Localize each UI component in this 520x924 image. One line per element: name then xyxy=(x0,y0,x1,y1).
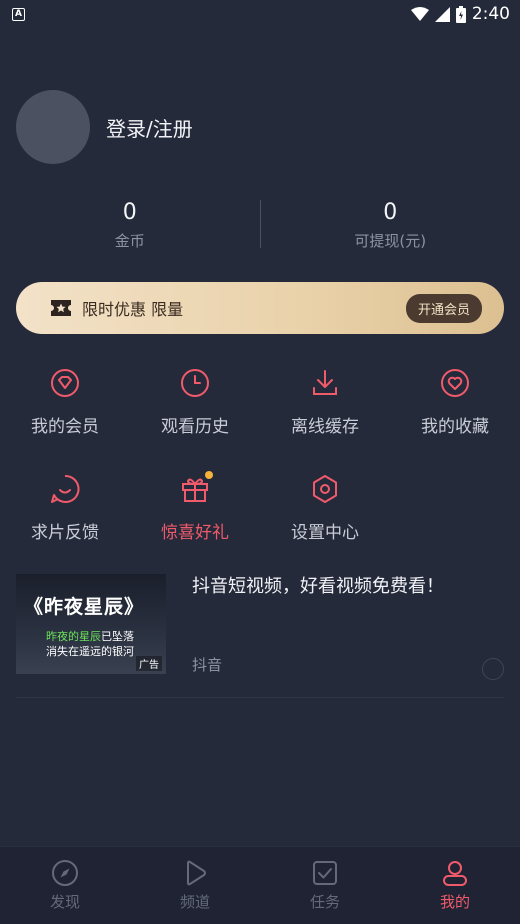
wifi-icon xyxy=(410,7,429,21)
tab-discover[interactable]: 发现 xyxy=(0,847,130,924)
ad-source: 抖音 xyxy=(192,656,223,674)
tab-tasks[interactable]: 任务 xyxy=(260,847,390,924)
menu-settings-center[interactable]: 设置中心 xyxy=(260,474,390,543)
tab-mine[interactable]: 我的 xyxy=(390,847,520,924)
user-icon xyxy=(443,861,467,886)
menu-my-favorites[interactable]: 我的收藏 xyxy=(390,368,520,437)
coins-label: 金币 xyxy=(114,231,145,250)
ad-thumb-highlight: 昨夜的星辰 xyxy=(46,630,101,643)
clock-icon xyxy=(181,369,209,397)
avatar[interactable] xyxy=(16,90,90,164)
ad-thumb-line1: 已坠落 xyxy=(101,630,134,643)
gift-icon xyxy=(182,478,208,502)
download-icon xyxy=(313,370,337,395)
menu-label: 我的会员 xyxy=(31,417,99,437)
menu-label: 惊喜好礼 xyxy=(161,523,229,543)
tab-label: 发现 xyxy=(49,893,80,911)
tab-channel[interactable]: 频道 xyxy=(130,847,260,924)
smile-icon xyxy=(51,474,80,503)
menu-label: 我的收藏 xyxy=(421,417,489,437)
notification-dot xyxy=(205,471,213,479)
settings-icon xyxy=(313,475,337,503)
withdrawable-stat[interactable]: 0 可提现(元) xyxy=(261,188,520,260)
open-vip-button[interactable]: 开通会员 xyxy=(405,293,482,323)
ad-close-button[interactable] xyxy=(482,658,504,680)
app-notification-icon: A xyxy=(12,7,25,21)
menu-request-feedback[interactable]: 求片反馈 xyxy=(0,474,130,543)
coins-value: 0 xyxy=(122,199,137,225)
bottom-tab-bar: 发现 频道 任务 我的 xyxy=(0,846,520,924)
ad-card[interactable]: 《昨夜星辰》 昨夜的星辰已坠落 消失在遥远的银河 广告 抖音短视频，好看视频免费… xyxy=(16,574,504,698)
battery-icon xyxy=(455,5,466,23)
coins-stat[interactable]: 0 金币 xyxy=(0,188,260,260)
stats-row: 0 金币 0 可提现(元) xyxy=(0,188,520,260)
menu-label: 求片反馈 xyxy=(31,523,99,543)
diamond-icon xyxy=(51,369,79,397)
task-icon xyxy=(313,861,337,885)
withdrawable-label: 可提现(元) xyxy=(354,231,427,250)
ad-thumbnail[interactable]: 《昨夜星辰》 昨夜的星辰已坠落 消失在遥远的银河 广告 xyxy=(16,574,166,674)
play-icon xyxy=(187,860,206,886)
compass-icon xyxy=(52,860,78,886)
menu-offline-cache[interactable]: 离线缓存 xyxy=(260,368,390,437)
menu-watch-history[interactable]: 观看历史 xyxy=(130,368,260,437)
heart-icon xyxy=(441,369,469,397)
login-register-link[interactable]: 登录/注册 xyxy=(106,113,193,142)
tab-label: 频道 xyxy=(179,893,210,911)
status-bar: A 2:40 xyxy=(0,0,520,28)
ad-thumb-line2: 消失在遥远的银河 xyxy=(46,645,134,658)
withdrawable-value: 0 xyxy=(383,199,398,225)
tab-label: 我的 xyxy=(439,893,470,911)
tab-label: 任务 xyxy=(309,893,340,911)
ad-title[interactable]: 抖音短视频，好看视频免费看！ xyxy=(192,574,444,600)
menu-label: 观看历史 xyxy=(161,417,229,437)
ad-thumb-title: 《昨夜星辰》 xyxy=(24,596,145,618)
ticket-icon xyxy=(51,300,71,316)
vip-banner[interactable]: 限时优惠 限量 开通会员 xyxy=(16,282,504,334)
menu-grid-row-2: 求片反馈 惊喜好礼 设置中心 xyxy=(0,471,520,543)
status-time: 2:40 xyxy=(471,4,510,24)
ad-tag: 广告 xyxy=(136,656,162,671)
menu-label: 离线缓存 xyxy=(291,417,359,437)
menu-surprise-gift[interactable]: 惊喜好礼 xyxy=(130,471,260,543)
menu-label: 设置中心 xyxy=(291,523,359,543)
menu-my-membership[interactable]: 我的会员 xyxy=(0,368,130,437)
profile-header[interactable]: 登录/注册 xyxy=(16,90,193,164)
menu-grid-row-1: 我的会员 观看历史 离线缓存 我的收藏 xyxy=(0,368,520,437)
vip-promo-text: 限时优惠 限量 xyxy=(82,300,184,319)
signal-icon xyxy=(434,6,450,22)
